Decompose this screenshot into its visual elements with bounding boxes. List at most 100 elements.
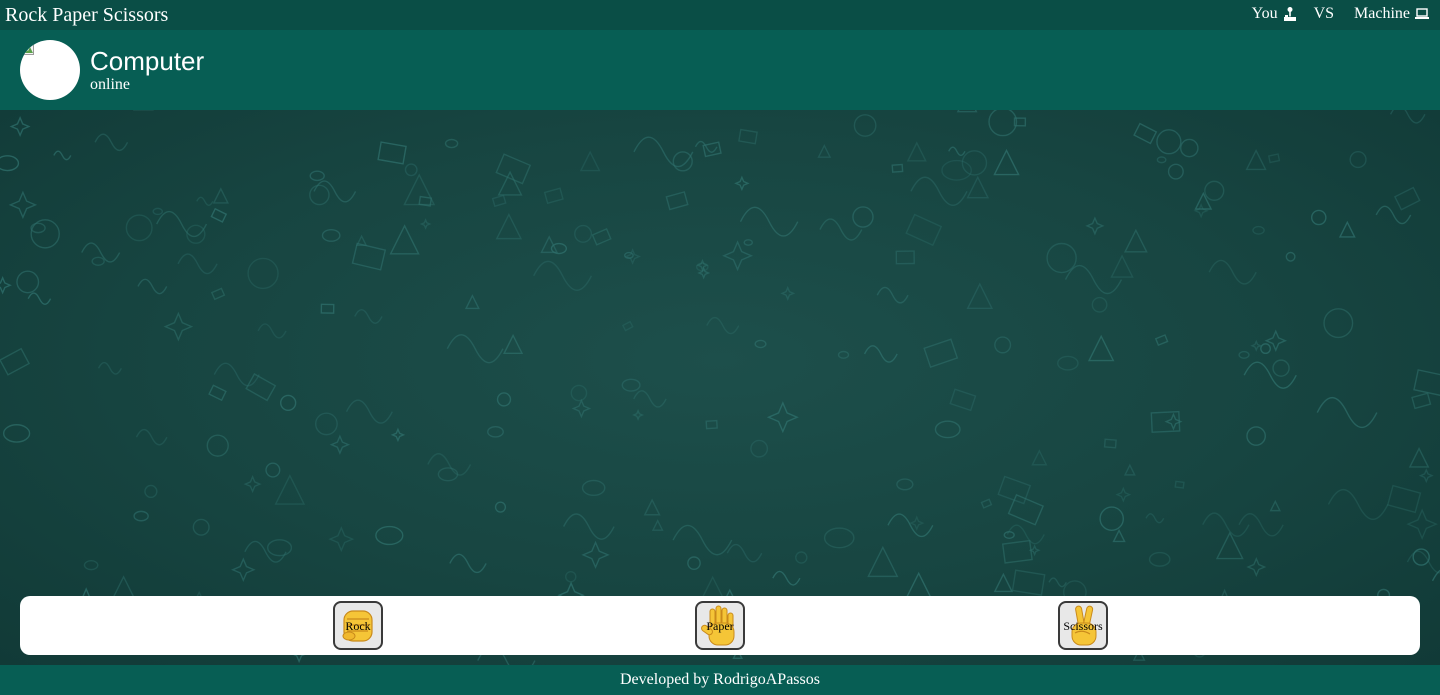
doodle-shape [0,347,31,376]
doodle-shape [266,539,293,557]
broken-image-icon [22,42,34,55]
doodle-shape [722,240,754,272]
doodle-shape [91,256,105,266]
doodle-shape [571,398,592,419]
doodle-shape [375,525,404,546]
doodle-shape [743,239,754,246]
doodle-shape [1156,129,1182,155]
doodle-shape [1246,557,1267,578]
doodle-shape [966,282,994,310]
doodle-shape [133,510,149,522]
opponent-label: Machine [1354,5,1410,22]
doodle-shape [1375,205,1412,225]
doodle-shape [1145,513,1165,524]
doodle-shape [993,148,1020,176]
doodle-shape [495,212,523,240]
doodle-shape [1202,512,1250,537]
doodle-shape [494,501,507,513]
app-title: Rock Paper Scissors [5,4,169,26]
doodle-shape [329,434,351,455]
doodle-shape [1115,486,1132,503]
doodle-shape [923,338,959,368]
doodle-shape [705,419,718,430]
doodle-shape [196,196,214,207]
doodle-shape [496,392,512,407]
rock-label: Rock [345,619,371,633]
vs-label: VS [1313,5,1335,22]
chat-wallpaper [0,110,1440,665]
doodle-shape [994,336,1012,354]
scissors-button[interactable]: Scissors [1058,601,1108,650]
doodle-shape [1154,334,1169,347]
doodle-shape [0,276,12,295]
doodle-shape [1285,251,1296,262]
doodle-shape [1418,468,1434,484]
doodle-shape [766,401,799,434]
doodle-shape [247,257,279,290]
doodle-shape [1386,484,1422,514]
doodle-shape [1406,508,1438,541]
doodle-shape [1123,463,1136,476]
laptop-icon [1414,6,1430,22]
doodle-shape [1204,180,1225,201]
doodle-shape [206,434,229,457]
doodle-shape [328,526,355,553]
doodle-shape [390,427,406,443]
doodle-shape [672,151,693,172]
doodle-shape [772,570,801,586]
doodle-shape [1174,480,1185,489]
doodle-shape [230,557,256,583]
doodle-shape [1323,308,1354,339]
doodle-shape [988,110,1018,137]
doodle-shape [1310,209,1327,226]
doodle-shape [1091,296,1108,313]
doodle-shape [966,175,990,199]
doodle-shape [503,333,524,355]
doodle-shape [152,207,164,216]
doodle-shape [1180,138,1199,158]
rock-button[interactable]: Rock [333,601,383,650]
doodle-shape [819,218,863,241]
doodle-shape [1031,449,1048,466]
doodle-shape [313,180,357,203]
doodle-shape [1406,550,1440,574]
scissors-label: Scissors [1063,619,1103,633]
doodle-shape [30,219,60,249]
doodle-shape [754,339,767,349]
doodle-shape [464,294,480,310]
doodle-shape [905,213,943,247]
doodle-shape [906,141,927,162]
scoreboard: You VS Machine [1252,4,1430,24]
doodle-shape [853,114,877,137]
doodle-shape [750,439,769,458]
joystick-icon [1282,6,1298,22]
doodle-shape [1148,551,1171,567]
doodle-shape [1048,577,1067,588]
doodle-shape [1133,122,1158,145]
avatar[interactable] [20,40,80,100]
doodle-shape [177,253,218,275]
doodle-shape [1099,506,1125,532]
doodle-shape [444,138,459,149]
doodle-shape [687,556,701,570]
doodle-shape [309,184,330,206]
doodle-shape [1112,528,1126,543]
contact-name: Computer [90,46,205,76]
doodle-shape [1264,329,1288,352]
doodle-shape [1110,254,1134,278]
doodle-shape [621,320,634,332]
doodle-shape [706,316,740,335]
footer: Developed by RodrigoAPassos [0,665,1440,695]
doodle-shape [1393,186,1421,211]
paper-button[interactable]: Paper [695,601,745,650]
doodle-shape [980,498,993,509]
doodle-shape [1238,350,1250,359]
doodle-shape [581,540,610,570]
doodle-shape [1260,343,1271,355]
doodle-shape [144,484,158,499]
doodle-shape [887,513,934,538]
doodle-shape [570,384,588,402]
doodle-shape [837,350,850,359]
doodle-shape [543,187,564,205]
doodle-shape [1057,355,1079,371]
